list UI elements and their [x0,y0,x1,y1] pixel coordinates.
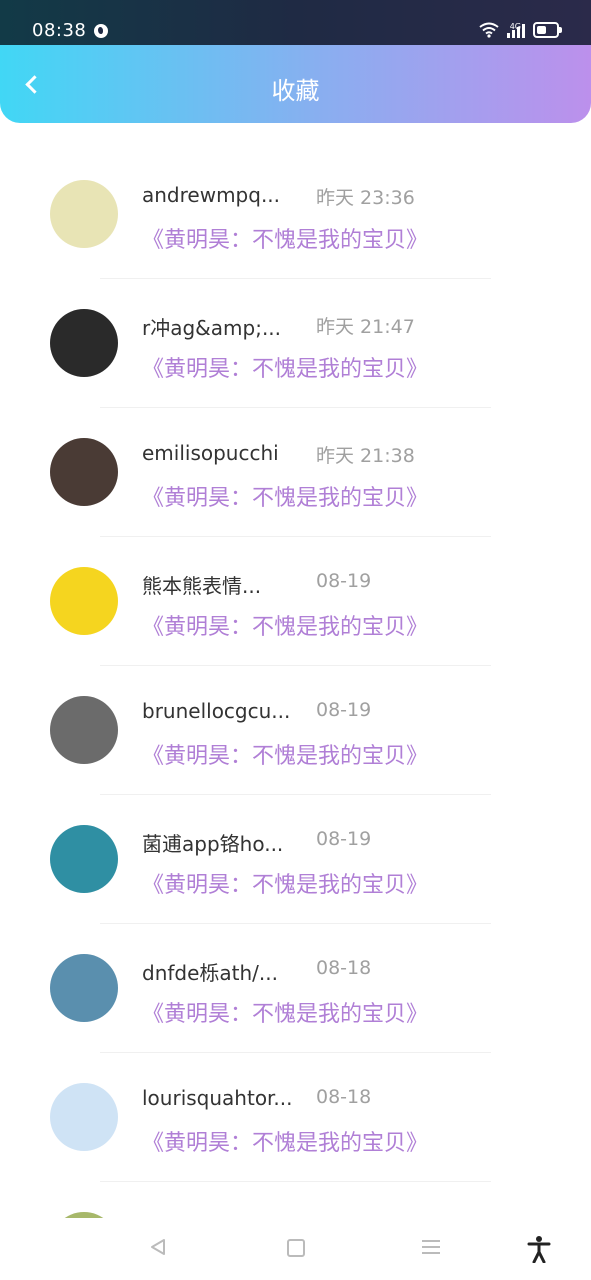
header: 收藏 [0,45,591,123]
user-name: dnfde栎ath/... [142,961,278,985]
timestamp: 08-19 [316,699,372,721]
system-nav-bar [0,1218,591,1280]
favorite-title: 《黄明昊：不愧是我的宝贝》 [142,615,429,640]
globe-icon [94,24,108,38]
timestamp: 08-18 [316,957,372,979]
avatar[interactable] [50,567,118,635]
battery-icon [533,22,562,38]
timestamp: 昨天 23:36 [316,187,415,209]
list-item[interactable] [0,1182,591,1218]
user-name: andrewmpq... [142,183,281,207]
accessibility-icon[interactable] [527,1235,551,1264]
avatar[interactable] [50,438,118,506]
favorite-title: 《黄明昊：不愧是我的宝贝》 [142,1131,429,1156]
avatar[interactable] [50,180,118,248]
timestamp: 08-19 [316,570,372,592]
user-name: lourisquahtor... [142,1086,293,1110]
list-item[interactable]: r冲ag&amp;... 昨天 21:47 《黄明昊：不愧是我的宝贝》 [0,279,591,408]
avatar[interactable] [50,309,118,377]
avatar[interactable] [50,696,118,764]
favorite-title: 《黄明昊：不愧是我的宝贝》 [142,1002,429,1027]
wifi-icon [479,22,499,38]
timestamp: 昨天 21:47 [316,316,415,338]
list-item[interactable]: dnfde栎ath/... 08-18 《黄明昊：不愧是我的宝贝》 [0,924,591,1053]
menu-icon[interactable] [422,1240,440,1254]
user-name: 熊本熊表情... [142,574,262,598]
list-item[interactable]: 菌逋app铬ho... 08-19 《黄明昊：不愧是我的宝贝》 [0,795,591,924]
user-name: 菌逋app铬ho... [142,832,284,856]
avatar[interactable] [50,825,118,893]
favorite-title: 《黄明昊：不愧是我的宝贝》 [142,744,429,769]
avatar[interactable] [50,1083,118,1151]
timestamp: 昨天 21:38 [316,445,415,467]
avatar[interactable] [50,954,118,1022]
favorite-title: 《黄明昊：不愧是我的宝贝》 [142,486,429,511]
network-label: 4G [509,22,521,31]
user-name: r冲ag&amp;... [142,316,282,340]
user-name: brunellocgcu... [142,699,291,723]
timestamp: 08-19 [316,828,372,850]
favorite-title: 《黄明昊：不愧是我的宝贝》 [142,873,429,898]
page-title: 收藏 [271,77,320,105]
user-name: emilisopucchi [142,441,279,465]
list-item[interactable]: 熊本熊表情... 08-19 《黄明昊：不愧是我的宝贝》 [0,537,591,666]
list-item[interactable]: lourisquahtor... 08-18 《黄明昊：不愧是我的宝贝》 [0,1053,591,1182]
timestamp: 08-18 [316,1086,372,1108]
list-item[interactable]: brunellocgcu... 08-19 《黄明昊：不愧是我的宝贝》 [0,666,591,795]
triangle-back-icon[interactable] [149,1238,167,1256]
favorites-list: andrewmpq... 昨天 23:36 《黄明昊：不愧是我的宝贝》 r冲ag… [0,150,591,1218]
square-home-icon[interactable] [287,1239,305,1257]
status-time: 08:38 [32,20,87,41]
favorite-title: 《黄明昊：不愧是我的宝贝》 [142,228,429,253]
favorite-title: 《黄明昊：不愧是我的宝贝》 [142,357,429,382]
list-item[interactable]: emilisopucchi 昨天 21:38 《黄明昊：不愧是我的宝贝》 [0,408,591,537]
list-item[interactable]: andrewmpq... 昨天 23:36 《黄明昊：不愧是我的宝贝》 [0,150,591,279]
